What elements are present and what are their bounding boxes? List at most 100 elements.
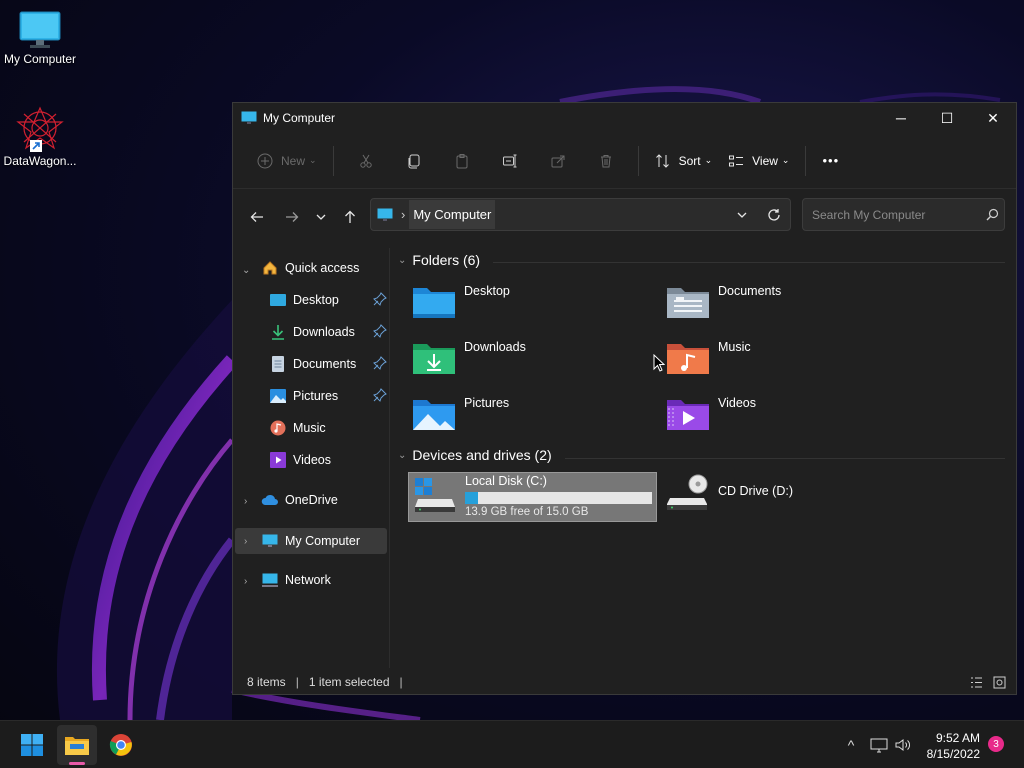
taskbar-file-explorer[interactable]	[57, 725, 97, 765]
chevron-right-icon[interactable]: ›	[244, 576, 247, 587]
sidebar-item-onedrive[interactable]: OneDrive	[261, 488, 338, 512]
sidebar-item-my-computer[interactable]: My Computer	[261, 529, 360, 553]
details-view-icon[interactable]	[970, 676, 983, 689]
trash-icon	[600, 154, 611, 167]
sort-button[interactable]: Sort ⌄	[647, 145, 721, 177]
folder-music[interactable]: Music	[666, 340, 751, 376]
chevron-right-icon[interactable]: ›	[244, 496, 247, 507]
chevron-down-icon	[316, 214, 326, 220]
folder-label: Desktop	[464, 284, 510, 298]
drive-cd-d[interactable]: CD Drive (D:)	[666, 474, 793, 514]
arrow-left-icon	[250, 212, 263, 222]
sidebar-item-desktop[interactable]: Desktop	[269, 288, 339, 312]
explorer-window: My Computer ─ ☐ ✕ New ⌄ Sort ⌄ View ⌄ ••…	[232, 102, 1017, 695]
show-hidden-icons-button[interactable]: ^	[840, 737, 862, 753]
minimize-button[interactable]: ─	[878, 103, 924, 133]
toolbar-divider	[805, 145, 807, 176]
documents-folder-icon	[667, 288, 709, 318]
copy-button[interactable]	[398, 145, 430, 177]
folder-label: Videos	[718, 396, 756, 410]
pin-icon[interactable]	[373, 356, 387, 375]
large-icons-view-icon[interactable]	[993, 676, 1006, 689]
chevron-right-icon[interactable]: ›	[244, 536, 247, 547]
view-button-label: View	[752, 153, 778, 168]
notification-badge[interactable]: 3	[988, 736, 1004, 752]
address-dropdown-button[interactable]	[726, 199, 758, 231]
folder-pictures[interactable]: Pictures	[412, 396, 509, 432]
group-title: Folders (6)	[412, 252, 481, 268]
sidebar-item-documents[interactable]: Documents	[269, 352, 356, 376]
view-button[interactable]: View ⌄	[720, 145, 797, 177]
pin-icon[interactable]	[373, 292, 387, 311]
sidebar-item-quick-access[interactable]: Quick access	[261, 256, 359, 280]
clock[interactable]: 9:52 AM 8/15/2022	[918, 730, 980, 762]
desktop-icon-label: DataWagon...	[3, 154, 77, 168]
volume-icon[interactable]	[894, 737, 912, 753]
sidebar-item-music[interactable]: Music	[269, 416, 326, 440]
close-button[interactable]: ✕	[970, 103, 1016, 133]
taskbar-chrome[interactable]	[101, 725, 141, 765]
search-input[interactable]	[812, 207, 972, 222]
address-bar[interactable]: › My Computer	[370, 198, 791, 231]
clipboard-icon	[456, 153, 468, 168]
group-title: Devices and drives (2)	[412, 447, 552, 463]
network-status-icon[interactable]	[870, 737, 888, 753]
drive-local-disk-c[interactable]: Local Disk (C:) 13.9 GB free of 15.0 GB	[408, 472, 657, 522]
rename-icon	[502, 154, 517, 167]
more-options-button[interactable]: •••	[814, 145, 847, 177]
maximize-icon: ☐	[940, 109, 954, 126]
delete-button[interactable]	[590, 145, 622, 177]
network-icon	[261, 571, 279, 589]
rename-button[interactable]	[494, 145, 526, 177]
chevron-down-icon: ⌄	[398, 449, 407, 461]
recent-locations-button[interactable]	[308, 201, 334, 233]
sidebar-item-label: Network	[285, 573, 331, 587]
chrome-icon	[109, 734, 132, 756]
share-button[interactable]	[542, 145, 574, 177]
desktop-icon	[269, 291, 287, 309]
folder-desktop[interactable]: Desktop	[412, 284, 510, 320]
up-button[interactable]	[334, 201, 366, 233]
title-bar[interactable]: My Computer ─ ☐ ✕	[233, 103, 1016, 133]
devices-group-header[interactable]: ⌄ Devices and drives (2)	[398, 447, 552, 463]
system-tray: ^	[840, 721, 912, 768]
breadcrumb-my-computer[interactable]: My Computer	[409, 200, 496, 229]
datawagon-app-icon	[16, 106, 64, 152]
refresh-button[interactable]	[758, 199, 790, 231]
mouse-cursor-icon	[653, 354, 665, 372]
search-box[interactable]	[802, 198, 1005, 231]
drive-usage-fill	[465, 492, 479, 504]
sidebar-item-network[interactable]: Network	[261, 568, 331, 592]
forward-button[interactable]	[276, 201, 308, 233]
start-button[interactable]	[12, 725, 52, 765]
view-icon	[729, 155, 744, 166]
drive-label: CD Drive (D:)	[718, 484, 793, 498]
sidebar-item-label: Quick access	[285, 261, 360, 275]
paste-button[interactable]	[446, 145, 478, 177]
downloads-folder-icon	[413, 344, 455, 374]
monitor-icon	[19, 11, 61, 48]
sidebar-item-label: My Computer	[285, 534, 361, 548]
pin-icon[interactable]	[373, 324, 387, 343]
folder-documents[interactable]: Documents	[666, 284, 781, 320]
folders-group-header[interactable]: ⌄ Folders (6)	[398, 252, 480, 268]
plus-circle-icon	[257, 153, 273, 168]
chevron-down-icon: ⌄	[704, 155, 713, 165]
chevron-down-icon[interactable]: ⌄	[242, 265, 250, 276]
desktop-icon-datawagon[interactable]: DataWagon...	[0, 106, 80, 168]
sidebar-item-downloads[interactable]: Downloads	[269, 320, 355, 344]
pin-icon[interactable]	[373, 388, 387, 407]
chevron-down-icon: ⌄	[781, 155, 790, 165]
sidebar-item-pictures[interactable]: Pictures	[269, 384, 338, 408]
videos-folder-icon	[667, 400, 709, 430]
breadcrumb-separator: ›	[401, 207, 406, 222]
new-button[interactable]: New ⌄	[249, 145, 325, 177]
cut-button[interactable]	[350, 145, 382, 177]
item-count: 8 items	[247, 675, 286, 689]
folder-downloads[interactable]: Downloads	[412, 340, 526, 376]
back-button[interactable]	[241, 201, 273, 233]
desktop-icon-my-computer[interactable]: My Computer	[0, 10, 80, 66]
maximize-button[interactable]: ☐	[924, 103, 970, 133]
folder-videos[interactable]: Videos	[666, 396, 756, 432]
sidebar-item-videos[interactable]: Videos	[269, 448, 331, 472]
